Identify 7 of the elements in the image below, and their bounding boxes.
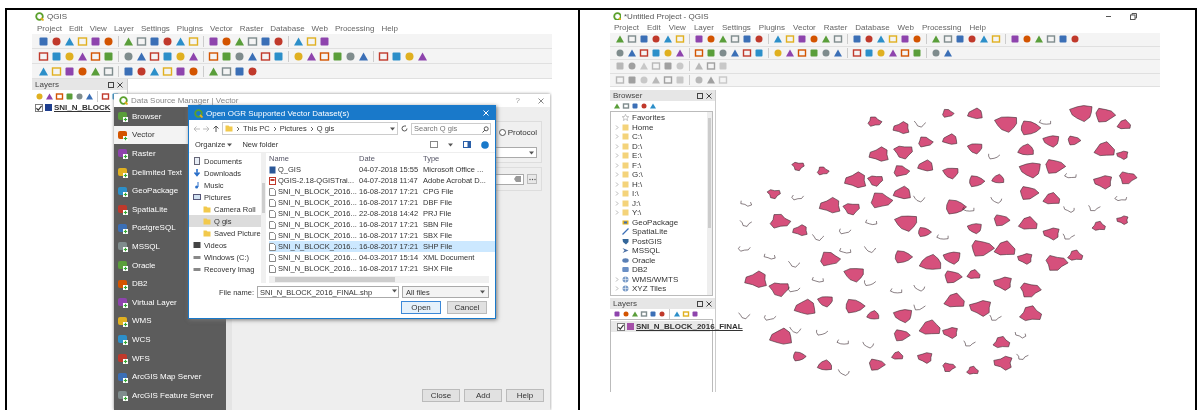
dialog-title: Data Source Manager | Vector bbox=[131, 96, 240, 105]
panel-title: Layers bbox=[613, 299, 638, 308]
window-title: *Untitled Project - QGIS bbox=[624, 11, 709, 21]
panel-title: Browser bbox=[613, 91, 644, 100]
panel-title: Layers bbox=[35, 80, 60, 89]
dialog-title: Open OGR Supported Vector Dataset(s) bbox=[206, 108, 351, 118]
window-title: QGIS bbox=[47, 11, 67, 21]
